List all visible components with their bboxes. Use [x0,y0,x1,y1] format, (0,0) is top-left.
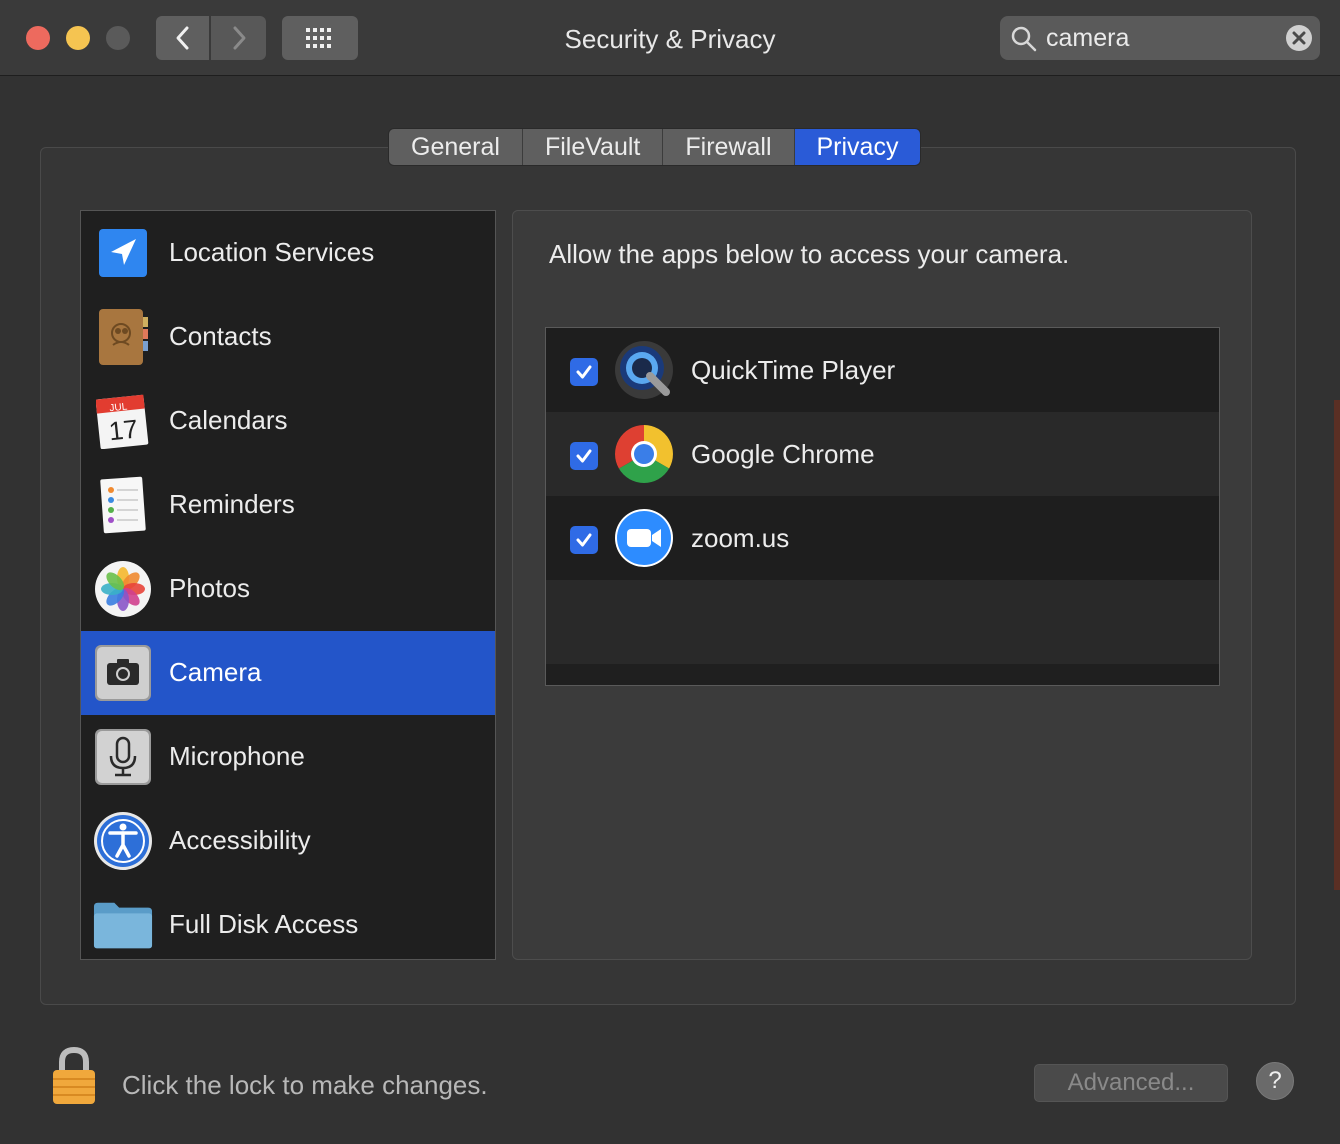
checkmark-icon [576,365,592,379]
empty-list-row [546,580,1219,664]
sidebar-item-location-services[interactable]: Location Services [81,211,495,295]
checkmark-icon [576,533,592,547]
chrome-icon [614,424,674,484]
app-row-zoom[interactable]: zoom.us [546,496,1219,580]
camera-icon [93,643,153,703]
calendar-day: 17 [107,413,139,446]
sidebar-item-reminders[interactable]: Reminders [81,463,495,547]
sidebar-item-label: Calendars [169,405,288,435]
help-button[interactable]: ? [1256,1062,1294,1100]
sidebar-item-full-disk-access[interactable]: Full Disk Access [81,883,495,959]
folder-icon [93,895,153,955]
sidebar-item-label: Camera [169,657,262,687]
search-field[interactable] [1000,16,1320,60]
sidebar-item-label: Microphone [169,741,305,771]
calendar-icon: JUL 17 [93,391,153,451]
app-row-chrome[interactable]: Google Chrome [546,412,1219,496]
zoom-icon [614,508,674,568]
sidebar-item-label: Accessibility [169,825,311,855]
search-icon [1011,26,1037,52]
checkmark-icon [576,449,592,463]
lock-status-text: Click the lock to make changes. [122,1070,488,1100]
tab-firewall[interactable]: Firewall [663,129,795,165]
zoom-checkbox[interactable] [570,526,598,554]
app-name: Google Chrome [691,439,875,469]
panel-heading: Allow the apps below to access your came… [549,239,1070,269]
app-name: zoom.us [691,523,790,553]
sidebar-item-label: Photos [169,573,250,603]
quicktime-checkbox[interactable] [570,358,598,386]
sidebar-item-camera[interactable]: Camera [81,631,495,715]
quicktime-icon [614,340,674,400]
sidebar-item-label: Contacts [169,321,272,351]
location-arrow-icon [93,223,153,283]
tab-privacy[interactable]: Privacy [794,129,921,165]
chrome-checkbox[interactable] [570,442,598,470]
privacy-category-list[interactable]: Location Services Contacts JUL 17 Calenda… [80,210,496,960]
sidebar-item-accessibility[interactable]: Accessibility [81,799,495,883]
sidebar-item-label: Reminders [169,489,295,519]
accessibility-icon [93,811,153,871]
advanced-button[interactable]: Advanced... [1034,1064,1228,1102]
close-icon [1292,31,1306,45]
title-bar: Security & Privacy [0,0,1340,76]
contacts-book-icon [93,307,153,367]
sidebar-item-label: Full Disk Access [169,909,359,939]
sidebar-item-calendars[interactable]: JUL 17 Calendars [81,379,495,463]
sidebar-item-contacts[interactable]: Contacts [81,295,495,379]
lock-icon[interactable] [50,1046,98,1106]
sidebar-item-label: Location Services [169,237,375,267]
app-row-quicktime[interactable]: QuickTime Player [546,328,1219,412]
sidebar-item-microphone[interactable]: Microphone [81,715,495,799]
reminders-icon [93,475,153,535]
microphone-icon [93,727,153,787]
photos-flower-icon [93,559,153,619]
tab-general[interactable]: General [389,129,523,165]
camera-permissions-panel: Allow the apps below to access your came… [512,210,1252,960]
app-name: QuickTime Player [691,355,896,385]
app-list[interactable]: QuickTime Player Google Chrome zoom.us [545,327,1220,686]
tab-bar: General FileVault Firewall Privacy [388,128,922,166]
calendar-month: JUL [109,401,128,414]
clear-search-button[interactable] [1286,25,1312,51]
tab-filevault[interactable]: FileVault [522,129,664,165]
background-window-edge [1334,400,1340,890]
search-input[interactable] [1046,22,1276,54]
sidebar-item-photos[interactable]: Photos [81,547,495,631]
